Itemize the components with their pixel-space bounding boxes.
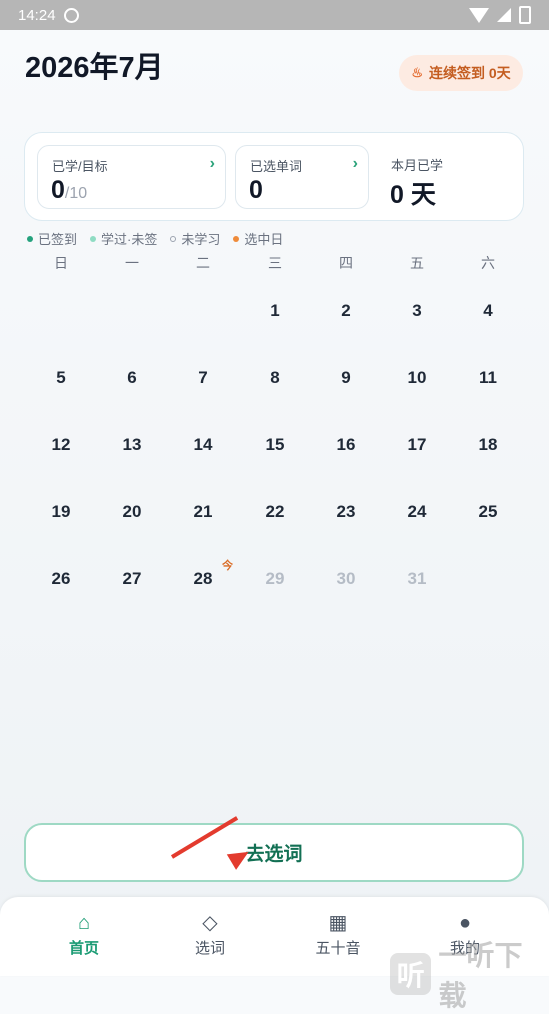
- calendar-day[interactable]: 13: [97, 435, 167, 455]
- calendar-day[interactable]: 16: [311, 435, 381, 455]
- calendar-day[interactable]: 25: [453, 502, 523, 522]
- calendar-day[interactable]: 19: [26, 502, 96, 522]
- watermark-logo-icon: 听: [390, 953, 432, 995]
- watermark: 听 一听下载: [390, 934, 549, 1014]
- chevron-right-icon: ›: [209, 155, 215, 172]
- watermark-text: 一听下载: [438, 940, 523, 1011]
- learned-target-card[interactable]: 已学/目标 0/10 ›: [37, 145, 226, 209]
- app-status-icon: [63, 7, 79, 23]
- selected-words-card[interactable]: 已选单词 0 ›: [235, 145, 369, 209]
- calendar-day[interactable]: 24: [382, 502, 452, 522]
- chevron-right-icon: ›: [352, 155, 358, 172]
- legend-studied-not-checked: 学过·未签: [90, 229, 157, 248]
- calendar-day[interactable]: 3: [382, 301, 452, 321]
- calendar-day[interactable]: 23: [311, 502, 381, 522]
- status-bar: 14:24: [0, 0, 549, 30]
- selected-words-value: 0: [249, 176, 263, 204]
- calendar-day[interactable]: 11: [453, 368, 523, 388]
- grid-icon: ▦: [328, 912, 348, 934]
- learned-target-label: 已学/目标: [52, 159, 108, 174]
- calendar-day[interactable]: 12: [26, 435, 96, 455]
- signal-icon: [497, 8, 511, 22]
- calendar-legend: 已签到 学过·未签 未学习 选中日: [27, 229, 283, 248]
- weekday-sat: 六: [481, 255, 495, 271]
- calendar-day[interactable]: 8: [240, 368, 310, 388]
- calendar-day[interactable]: 2: [311, 301, 381, 321]
- calendar-day[interactable]: 20: [97, 502, 167, 522]
- calendar-day[interactable]: 17: [382, 435, 452, 455]
- calendar-day-future: 29: [265, 569, 285, 588]
- calendar-day[interactable]: 27: [97, 569, 167, 589]
- calendar-day-future: 31: [407, 569, 427, 588]
- month-title: 2026年7月: [25, 52, 164, 84]
- weekday-wed: 三: [268, 255, 282, 271]
- calendar-day[interactable]: 21: [168, 502, 238, 522]
- calendar-day[interactable]: 14: [168, 435, 238, 455]
- tab-kana-label: 五十音: [315, 940, 361, 957]
- calendar-day[interactable]: 5: [26, 368, 96, 388]
- go-select-words-button[interactable]: 去选词: [24, 823, 524, 882]
- learned-target-value: 0/10: [51, 176, 88, 204]
- calendar-day[interactable]: 15: [240, 435, 310, 455]
- calendar-day[interactable]: 9: [311, 368, 381, 388]
- calendar-day[interactable]: 18: [453, 435, 523, 455]
- tab-select-words-label: 选词: [194, 940, 225, 957]
- legend-not-studied: 未学习: [170, 229, 220, 248]
- selected-words-label: 已选单词: [250, 159, 303, 174]
- weekday-tue: 二: [196, 255, 210, 271]
- month-learned-card: 本月已学 0 天: [377, 145, 515, 209]
- tab-select-words[interactable]: ◇ 选词: [170, 911, 250, 958]
- calendar-day[interactable]: 4: [453, 301, 523, 321]
- streak-badge[interactable]: ♨ 连续签到 0天: [399, 55, 523, 91]
- layers-icon: ◇: [202, 912, 218, 934]
- calendar-day[interactable]: 7: [168, 368, 238, 388]
- calendar-day-future: 30: [336, 569, 356, 588]
- calendar-day[interactable]: 6: [97, 368, 167, 388]
- calendar-day[interactable]: 10: [382, 368, 452, 388]
- today-marker: 今: [222, 560, 233, 572]
- tab-home[interactable]: ⌂ 首页: [44, 911, 124, 958]
- weekday-mon: 一: [125, 255, 139, 271]
- calendar-day[interactable]: 1: [240, 301, 310, 321]
- weekday-fri: 五: [410, 255, 424, 271]
- streak-label: 连续签到 0天: [428, 65, 511, 81]
- home-icon: ⌂: [77, 912, 91, 934]
- month-learned-value: 0 天: [390, 181, 436, 209]
- tab-kana[interactable]: ▦ 五十音: [298, 911, 378, 958]
- calendar-day[interactable]: 22: [240, 502, 310, 522]
- stats-panel: 已学/目标 0/10 › 已选单词 0 › 本月已学 0 天: [24, 132, 524, 221]
- wifi-icon: [469, 7, 489, 23]
- status-time: 14:24: [18, 6, 56, 24]
- weekday-thu: 四: [339, 255, 353, 271]
- flame-icon: ♨: [411, 65, 423, 80]
- legend-checked-in: 已签到: [27, 229, 77, 248]
- month-learned-label: 本月已学: [391, 158, 444, 173]
- calendar-day[interactable]: 26: [26, 569, 96, 589]
- battery-icon: [519, 6, 531, 24]
- legend-selected-day: 选中日: [233, 229, 283, 248]
- tab-home-label: 首页: [68, 940, 99, 957]
- weekday-sun: 日: [54, 255, 68, 271]
